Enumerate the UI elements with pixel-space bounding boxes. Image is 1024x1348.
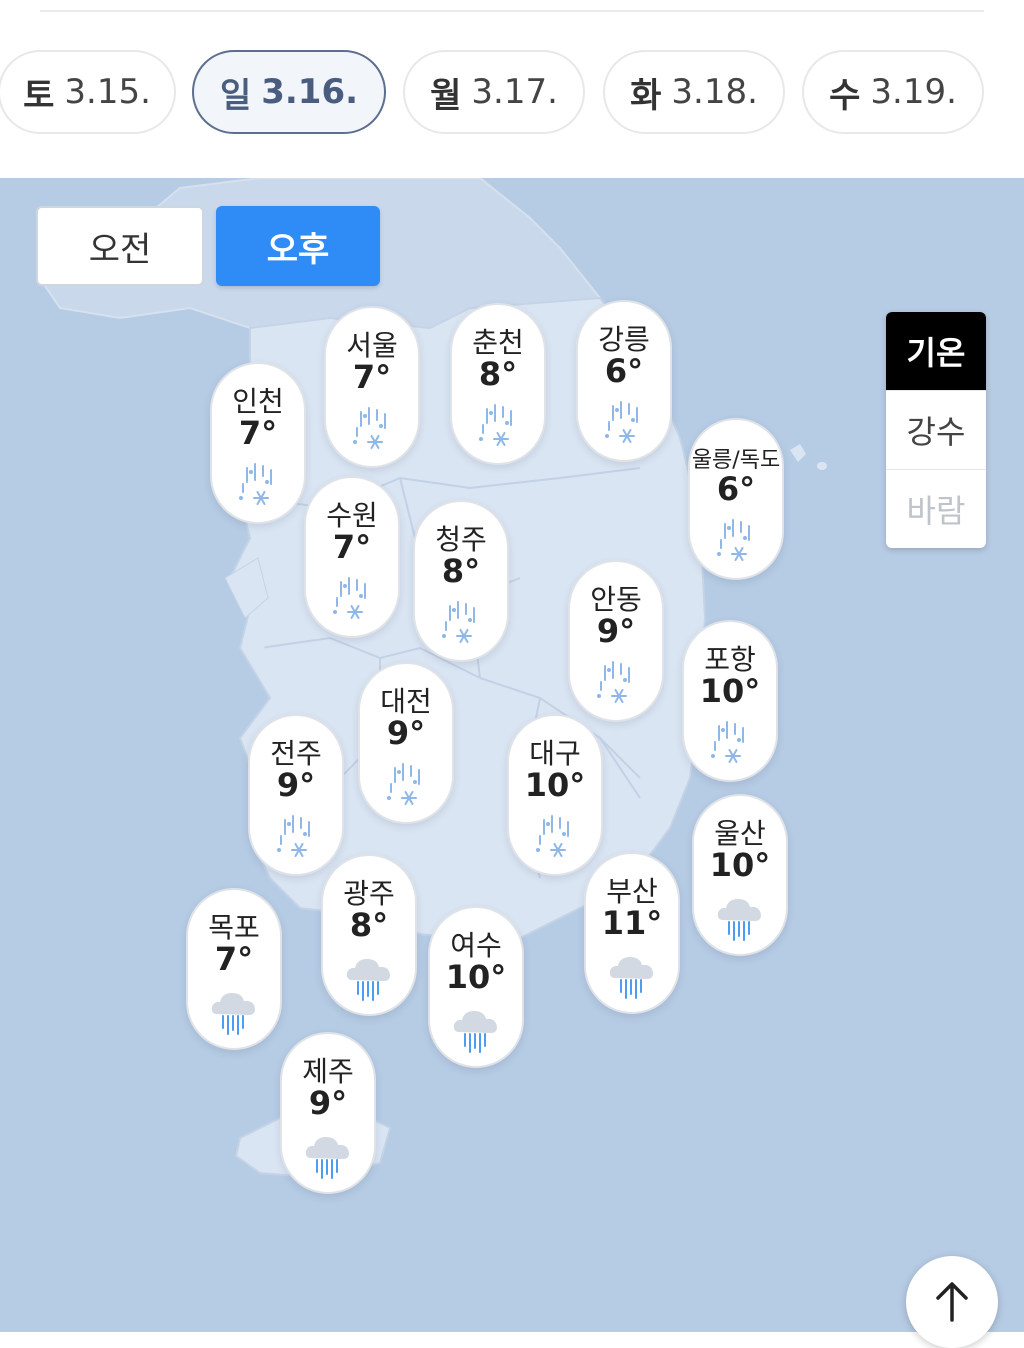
date-tab-day: 토 [23, 75, 55, 116]
city-marker-yeosu[interactable]: 여수 10° [428, 906, 524, 1068]
cloud-rain-icon [609, 957, 653, 999]
layer-temperature-button[interactable]: 기온 [886, 312, 986, 390]
city-marker-seoul[interactable]: 서울 7° [324, 306, 420, 468]
city-marker-gangneung[interactable]: 강릉 6° [576, 300, 672, 462]
date-tab-0319[interactable]: 수 3.19. [802, 50, 984, 134]
city-temp: 7° [332, 528, 372, 566]
date-tabs: 토 3.15. 일 3.16. 월 3.17. 화 3.18. 수 3.19. [0, 50, 1024, 138]
snow-rain-icon [717, 519, 750, 562]
date-tab-date: 3.15. [64, 72, 151, 112]
layer-wind-button[interactable]: 바람 [886, 469, 986, 548]
cloud-rain-icon [717, 899, 761, 941]
city-marker-daegu[interactable]: 대구 10° [507, 714, 603, 876]
city-temp: 10° [699, 672, 761, 710]
city-marker-pohang[interactable]: 포항 10° [682, 620, 778, 782]
city-temp: 7° [214, 940, 254, 978]
date-tab-date: 3.17. [471, 72, 558, 112]
city-temp: 11° [601, 904, 663, 942]
pm-button[interactable]: 오후 [216, 206, 380, 286]
city-temp: 9° [308, 1084, 348, 1122]
date-tab-date: 3.16. [261, 72, 359, 112]
city-marker-busan[interactable]: 부산 11° [584, 852, 680, 1014]
date-tab-date: 3.19. [870, 72, 957, 112]
weather-map[interactable]: 오전 오후 기온 강수 바람 서울 7° 춘천 8° 강릉 6° 인천 7° 울… [0, 178, 1024, 1332]
snow-rain-icon [239, 463, 272, 506]
city-temp: 8° [349, 906, 389, 944]
date-tab-day: 일 [219, 75, 252, 116]
city-temp: 6° [716, 470, 756, 508]
city-temp: 9° [596, 612, 636, 650]
city-marker-mokpo[interactable]: 목포 7° [186, 888, 282, 1050]
city-marker-daejeon[interactable]: 대전 9° [358, 662, 454, 824]
city-marker-andong[interactable]: 안동 9° [568, 560, 664, 722]
date-tab-day: 월 [430, 75, 462, 116]
snow-rain-icon [353, 407, 386, 450]
city-temp: 10° [524, 766, 586, 804]
snow-rain-icon [333, 577, 366, 620]
city-temp: 10° [445, 958, 507, 996]
city-temp: 10° [709, 846, 771, 884]
city-marker-chuncheon[interactable]: 춘천 8° [450, 303, 546, 465]
city-marker-ulleung-dokdo[interactable]: 울릉/독도 6° [688, 418, 784, 580]
date-tab-0318[interactable]: 화 3.18. [603, 50, 785, 134]
layer-selector: 기온 강수 바람 [886, 312, 986, 548]
arrow-up-icon [936, 1282, 968, 1322]
am-button[interactable]: 오전 [36, 206, 204, 286]
snow-rain-icon [597, 661, 630, 704]
city-temp: 6° [604, 352, 644, 390]
city-marker-ulsan[interactable]: 울산 10° [692, 794, 788, 956]
city-marker-suwon[interactable]: 수원 7° [304, 476, 400, 638]
date-tab-0317[interactable]: 월 3.17. [403, 50, 585, 134]
layer-precipitation-button[interactable]: 강수 [886, 390, 986, 469]
city-temp: 9° [386, 714, 426, 752]
snow-rain-icon [711, 721, 744, 764]
date-tab-0316[interactable]: 일 3.16. [192, 50, 386, 134]
snow-rain-icon [387, 763, 420, 806]
snow-rain-icon [479, 404, 512, 447]
city-temp: 7° [238, 414, 278, 452]
scroll-to-top-button[interactable] [906, 1256, 998, 1348]
city-marker-jeonju[interactable]: 전주 9° [248, 714, 344, 876]
city-temp: 7° [352, 358, 392, 396]
city-temp: 8° [441, 552, 481, 590]
cloud-rain-icon [453, 1011, 497, 1053]
snow-rain-icon [536, 815, 569, 858]
snow-rain-icon [442, 601, 475, 644]
snow-rain-icon [277, 815, 310, 858]
top-divider [40, 10, 984, 12]
city-marker-jeju[interactable]: 제주 9° [280, 1032, 376, 1194]
cloud-rain-icon [211, 993, 255, 1035]
city-temp: 9° [276, 766, 316, 804]
date-tab-day: 화 [630, 75, 662, 116]
cloud-rain-icon [305, 1137, 349, 1179]
city-temp: 8° [478, 355, 518, 393]
date-tab-day: 수 [829, 75, 861, 116]
date-tab-0315[interactable]: 토 3.15. [0, 50, 176, 134]
city-marker-cheongju[interactable]: 청주 8° [413, 500, 509, 662]
date-tab-date: 3.18. [671, 72, 758, 112]
snow-rain-icon [605, 401, 638, 444]
city-marker-gwangju[interactable]: 광주 8° [321, 854, 417, 1016]
city-marker-incheon[interactable]: 인천 7° [210, 362, 306, 524]
cloud-rain-icon [346, 959, 390, 1001]
